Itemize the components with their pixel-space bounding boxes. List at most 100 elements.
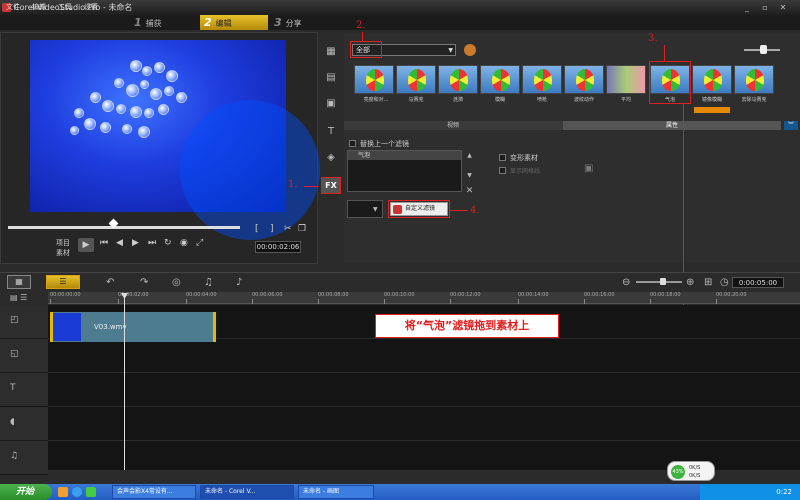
filter-label: 去除马赛克 bbox=[741, 97, 767, 103]
music-track-header[interactable]: ♫ bbox=[0, 441, 48, 475]
filter-thumb-wave[interactable] bbox=[606, 65, 646, 94]
filter-list-item[interactable]: 气泡 bbox=[348, 151, 461, 160]
undo-icon[interactable]: ↶ bbox=[106, 277, 114, 288]
filter-thumb-brightness-contrast[interactable] bbox=[354, 65, 394, 94]
replace-filter-checkbox[interactable] bbox=[349, 140, 356, 147]
storyboard-view-button[interactable]: ▦ bbox=[7, 275, 31, 289]
filter-thumb-blur[interactable] bbox=[522, 65, 562, 94]
title-track-header[interactable]: T bbox=[0, 373, 48, 407]
filter-thumb-ripple[interactable] bbox=[480, 65, 520, 94]
record-capture-icon[interactable]: ◎ bbox=[172, 277, 181, 288]
transition-icon[interactable]: ▣ bbox=[323, 98, 339, 112]
start-button[interactable]: 开始 bbox=[0, 484, 52, 500]
clock[interactable]: 0:22 bbox=[776, 488, 792, 496]
browser-icon[interactable] bbox=[72, 487, 82, 497]
task-videostudio[interactable]: 未命名 - Corel V... bbox=[200, 485, 294, 499]
move-down-icon[interactable]: ▼ bbox=[465, 172, 474, 180]
play-button[interactable]: ▶ bbox=[78, 238, 94, 252]
video-track-header[interactable]: ◰ bbox=[0, 305, 48, 339]
task-paint[interactable]: 未命名 - 画图 bbox=[298, 485, 374, 499]
repeat-icon[interactable]: ↻ bbox=[164, 238, 172, 248]
quicklaunch-icon[interactable] bbox=[58, 487, 68, 497]
volume-icon[interactable]: ◉ bbox=[180, 238, 188, 248]
balloon-image bbox=[704, 69, 722, 91]
bubble bbox=[70, 126, 79, 135]
tab-capture[interactable]: 1 捕获 bbox=[130, 15, 198, 30]
menu-file[interactable]: 文件 bbox=[6, 0, 20, 15]
expand-preview-icon[interactable]: ⤢ bbox=[196, 238, 203, 248]
menu-settings[interactable]: 设置 bbox=[84, 0, 98, 15]
zoom-slider[interactable] bbox=[636, 281, 682, 283]
filter-thumb-mosaic[interactable] bbox=[438, 65, 478, 94]
scrub-bar[interactable] bbox=[8, 226, 240, 229]
playhead[interactable] bbox=[124, 295, 125, 470]
ruler-label: 00:00:16:00 bbox=[584, 292, 615, 298]
task-tutorial[interactable]: 会声会影X4常设有... bbox=[112, 485, 196, 499]
move-up-icon[interactable]: ▲ bbox=[465, 152, 474, 160]
mode-clip-label[interactable]: 素材 bbox=[56, 248, 70, 258]
morph-checkbox[interactable] bbox=[499, 154, 506, 161]
library-manager-icon[interactable] bbox=[464, 44, 476, 56]
restore-button[interactable]: ▫ bbox=[758, 2, 772, 13]
mark-out-button[interactable]: ] bbox=[270, 224, 274, 234]
scissors-icon[interactable]: ✂ bbox=[284, 224, 292, 234]
quicklaunch-icon[interactable] bbox=[86, 487, 96, 497]
media-icon[interactable]: ▦ bbox=[323, 46, 339, 60]
menu-tools[interactable]: 工具 bbox=[58, 0, 72, 15]
minimize-button[interactable]: _ bbox=[740, 2, 754, 13]
overlay-track-header[interactable]: ◱ bbox=[0, 339, 48, 373]
grid-checkbox[interactable] bbox=[499, 167, 506, 174]
fit-project-icon[interactable]: ⊞ bbox=[704, 277, 712, 288]
filter-thumb-airbrush[interactable] bbox=[564, 65, 604, 94]
balloon-image bbox=[746, 69, 764, 91]
chevron-down-icon: ▼ bbox=[373, 206, 378, 213]
mode-project-label[interactable]: 项目 bbox=[56, 238, 70, 248]
tab-video[interactable]: 视频 bbox=[344, 121, 562, 130]
fx-filter-icon[interactable]: FX bbox=[321, 177, 341, 194]
close-button[interactable]: ✕ bbox=[776, 2, 790, 13]
bubble bbox=[166, 70, 178, 82]
filter-label: 模糊 bbox=[494, 97, 505, 103]
audio-mixer-icon[interactable]: ♫ bbox=[204, 277, 213, 288]
chevron-down-icon: ▼ bbox=[448, 47, 453, 54]
zoom-knob[interactable] bbox=[660, 278, 666, 285]
instant-project-icon[interactable]: ▤ bbox=[323, 72, 339, 86]
preset-dropdown[interactable]: ▼ bbox=[347, 200, 383, 218]
tab-properties[interactable]: 属性 bbox=[563, 121, 781, 130]
grid-options-icon[interactable]: ▣ bbox=[584, 163, 593, 174]
ruler-label: 00:00:10:00 bbox=[384, 292, 415, 298]
menu-edit[interactable]: 编辑 bbox=[32, 0, 46, 15]
annotation-3: 3. bbox=[648, 33, 658, 44]
delete-filter-icon[interactable]: ✕ bbox=[465, 186, 474, 196]
title-icon[interactable]: T bbox=[323, 126, 339, 140]
overlay-track[interactable] bbox=[48, 339, 800, 373]
voice-track-header[interactable]: ◖ bbox=[0, 407, 48, 441]
redo-icon[interactable]: ↷ bbox=[140, 277, 148, 288]
auto-music-icon[interactable]: ♪ bbox=[236, 277, 242, 288]
preview-timecode[interactable]: 00:00:02:06 bbox=[255, 241, 301, 253]
copy-icon[interactable]: ❐ bbox=[298, 224, 306, 234]
home-icon[interactable]: ⏮ bbox=[100, 238, 108, 248]
graphic-icon[interactable]: ◈ bbox=[323, 152, 339, 166]
next-frame-icon[interactable]: ▶ bbox=[132, 238, 139, 248]
filter-thumb-remove-mosaic[interactable] bbox=[734, 65, 774, 94]
thumb-size-knob[interactable] bbox=[760, 45, 767, 54]
tab-share[interactable]: 3 分享 bbox=[270, 15, 338, 30]
prev-frame-icon[interactable]: ◀ bbox=[116, 238, 123, 248]
expand-options-button[interactable]: ︾ bbox=[784, 121, 798, 130]
annotation-2: 2. bbox=[356, 20, 366, 31]
ruler-tick bbox=[450, 299, 451, 304]
filter-thumb-mirror-blur[interactable] bbox=[692, 65, 732, 94]
zoom-in-icon[interactable]: ⊕ bbox=[686, 277, 694, 288]
title-track[interactable] bbox=[48, 373, 800, 407]
timeline-view-button[interactable]: ☰ bbox=[46, 275, 80, 289]
zoom-out-icon[interactable]: ⊖ bbox=[622, 277, 630, 288]
filter-thumb-brightness[interactable] bbox=[396, 65, 436, 94]
track-manager-icon[interactable]: ▤ ☰ bbox=[10, 293, 27, 302]
voice-track[interactable] bbox=[48, 407, 800, 441]
mark-in-button[interactable]: [ bbox=[255, 224, 259, 234]
timeline-ruler[interactable] bbox=[48, 292, 800, 304]
tab-edit[interactable]: 2 编辑 bbox=[200, 15, 268, 30]
end-icon[interactable]: ⏭ bbox=[148, 238, 156, 248]
filter-label: 波纹动作 bbox=[573, 97, 594, 103]
